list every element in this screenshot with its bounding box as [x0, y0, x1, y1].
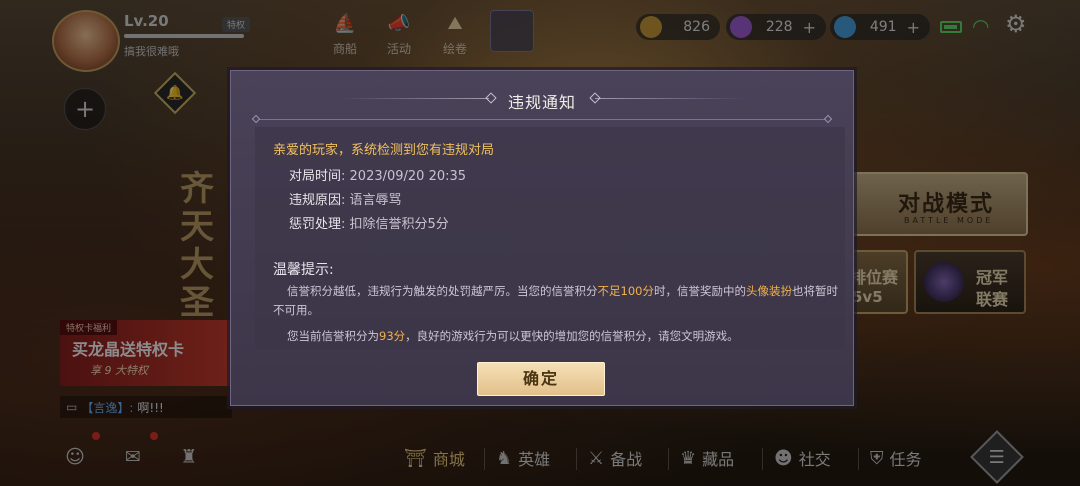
row-value: : 2023/09/20 20:35: [341, 169, 467, 184]
row-key: 违规原因: [289, 193, 342, 208]
row-key: 惩罚处理: [289, 217, 342, 232]
row-key: 对局时间: [289, 169, 342, 184]
tip-text: 信誉积分越低，违规行为触发的处罚越严厉。当您的信誉积分: [287, 284, 598, 298]
confirm-button[interactable]: 确定: [477, 362, 605, 396]
violation-dialog: 违规通知 亲爱的玩家，系统检测到您有违规对局 对局时间: 2023/09/20 …: [230, 70, 854, 406]
penalty-row: 惩罚处理: 扣除信誉积分5分: [289, 213, 449, 232]
tip-highlight: 不足100分: [597, 284, 654, 298]
tip-paragraph-2: 您当前信誉积分为93分，良好的游戏行为可以更快的增加您的信誉积分，请您文明游戏。: [273, 327, 843, 346]
violation-greeting: 亲爱的玩家，系统检测到您有违规对局: [273, 143, 495, 158]
dialog-body: 亲爱的玩家，系统检测到您有违规对局 对局时间: 2023/09/20 20:35…: [255, 127, 845, 349]
tip-paragraph-1: 信誉积分越低，违规行为触发的处罚越严厉。当您的信誉积分不足100分时，信誉奖励中…: [273, 282, 843, 320]
violation-reason-row: 违规原因: 语言辱骂: [289, 189, 402, 208]
tip-highlight: 头像装扮: [745, 284, 792, 298]
row-value: : 扣除信誉积分5分: [341, 217, 449, 232]
match-time-row: 对局时间: 2023/09/20 20:35: [289, 165, 466, 184]
tip-highlight: 93分: [379, 329, 406, 343]
title-divider: [255, 119, 829, 120]
title-decoration: [595, 98, 745, 99]
tip-text: 时，信誉奖励中的: [653, 284, 746, 298]
divider-end: [251, 114, 261, 124]
dialog-title: 违规通知: [507, 93, 576, 112]
divider-end: [823, 114, 833, 124]
row-value: : 语言辱骂: [341, 193, 402, 208]
tip-text: 您当前信誉积分为: [287, 329, 379, 343]
tip-text: ，良好的游戏行为可以更快的增加您的信誉积分，请您文明游戏。: [405, 329, 739, 343]
tips-heading: 温馨提示:: [273, 262, 334, 278]
